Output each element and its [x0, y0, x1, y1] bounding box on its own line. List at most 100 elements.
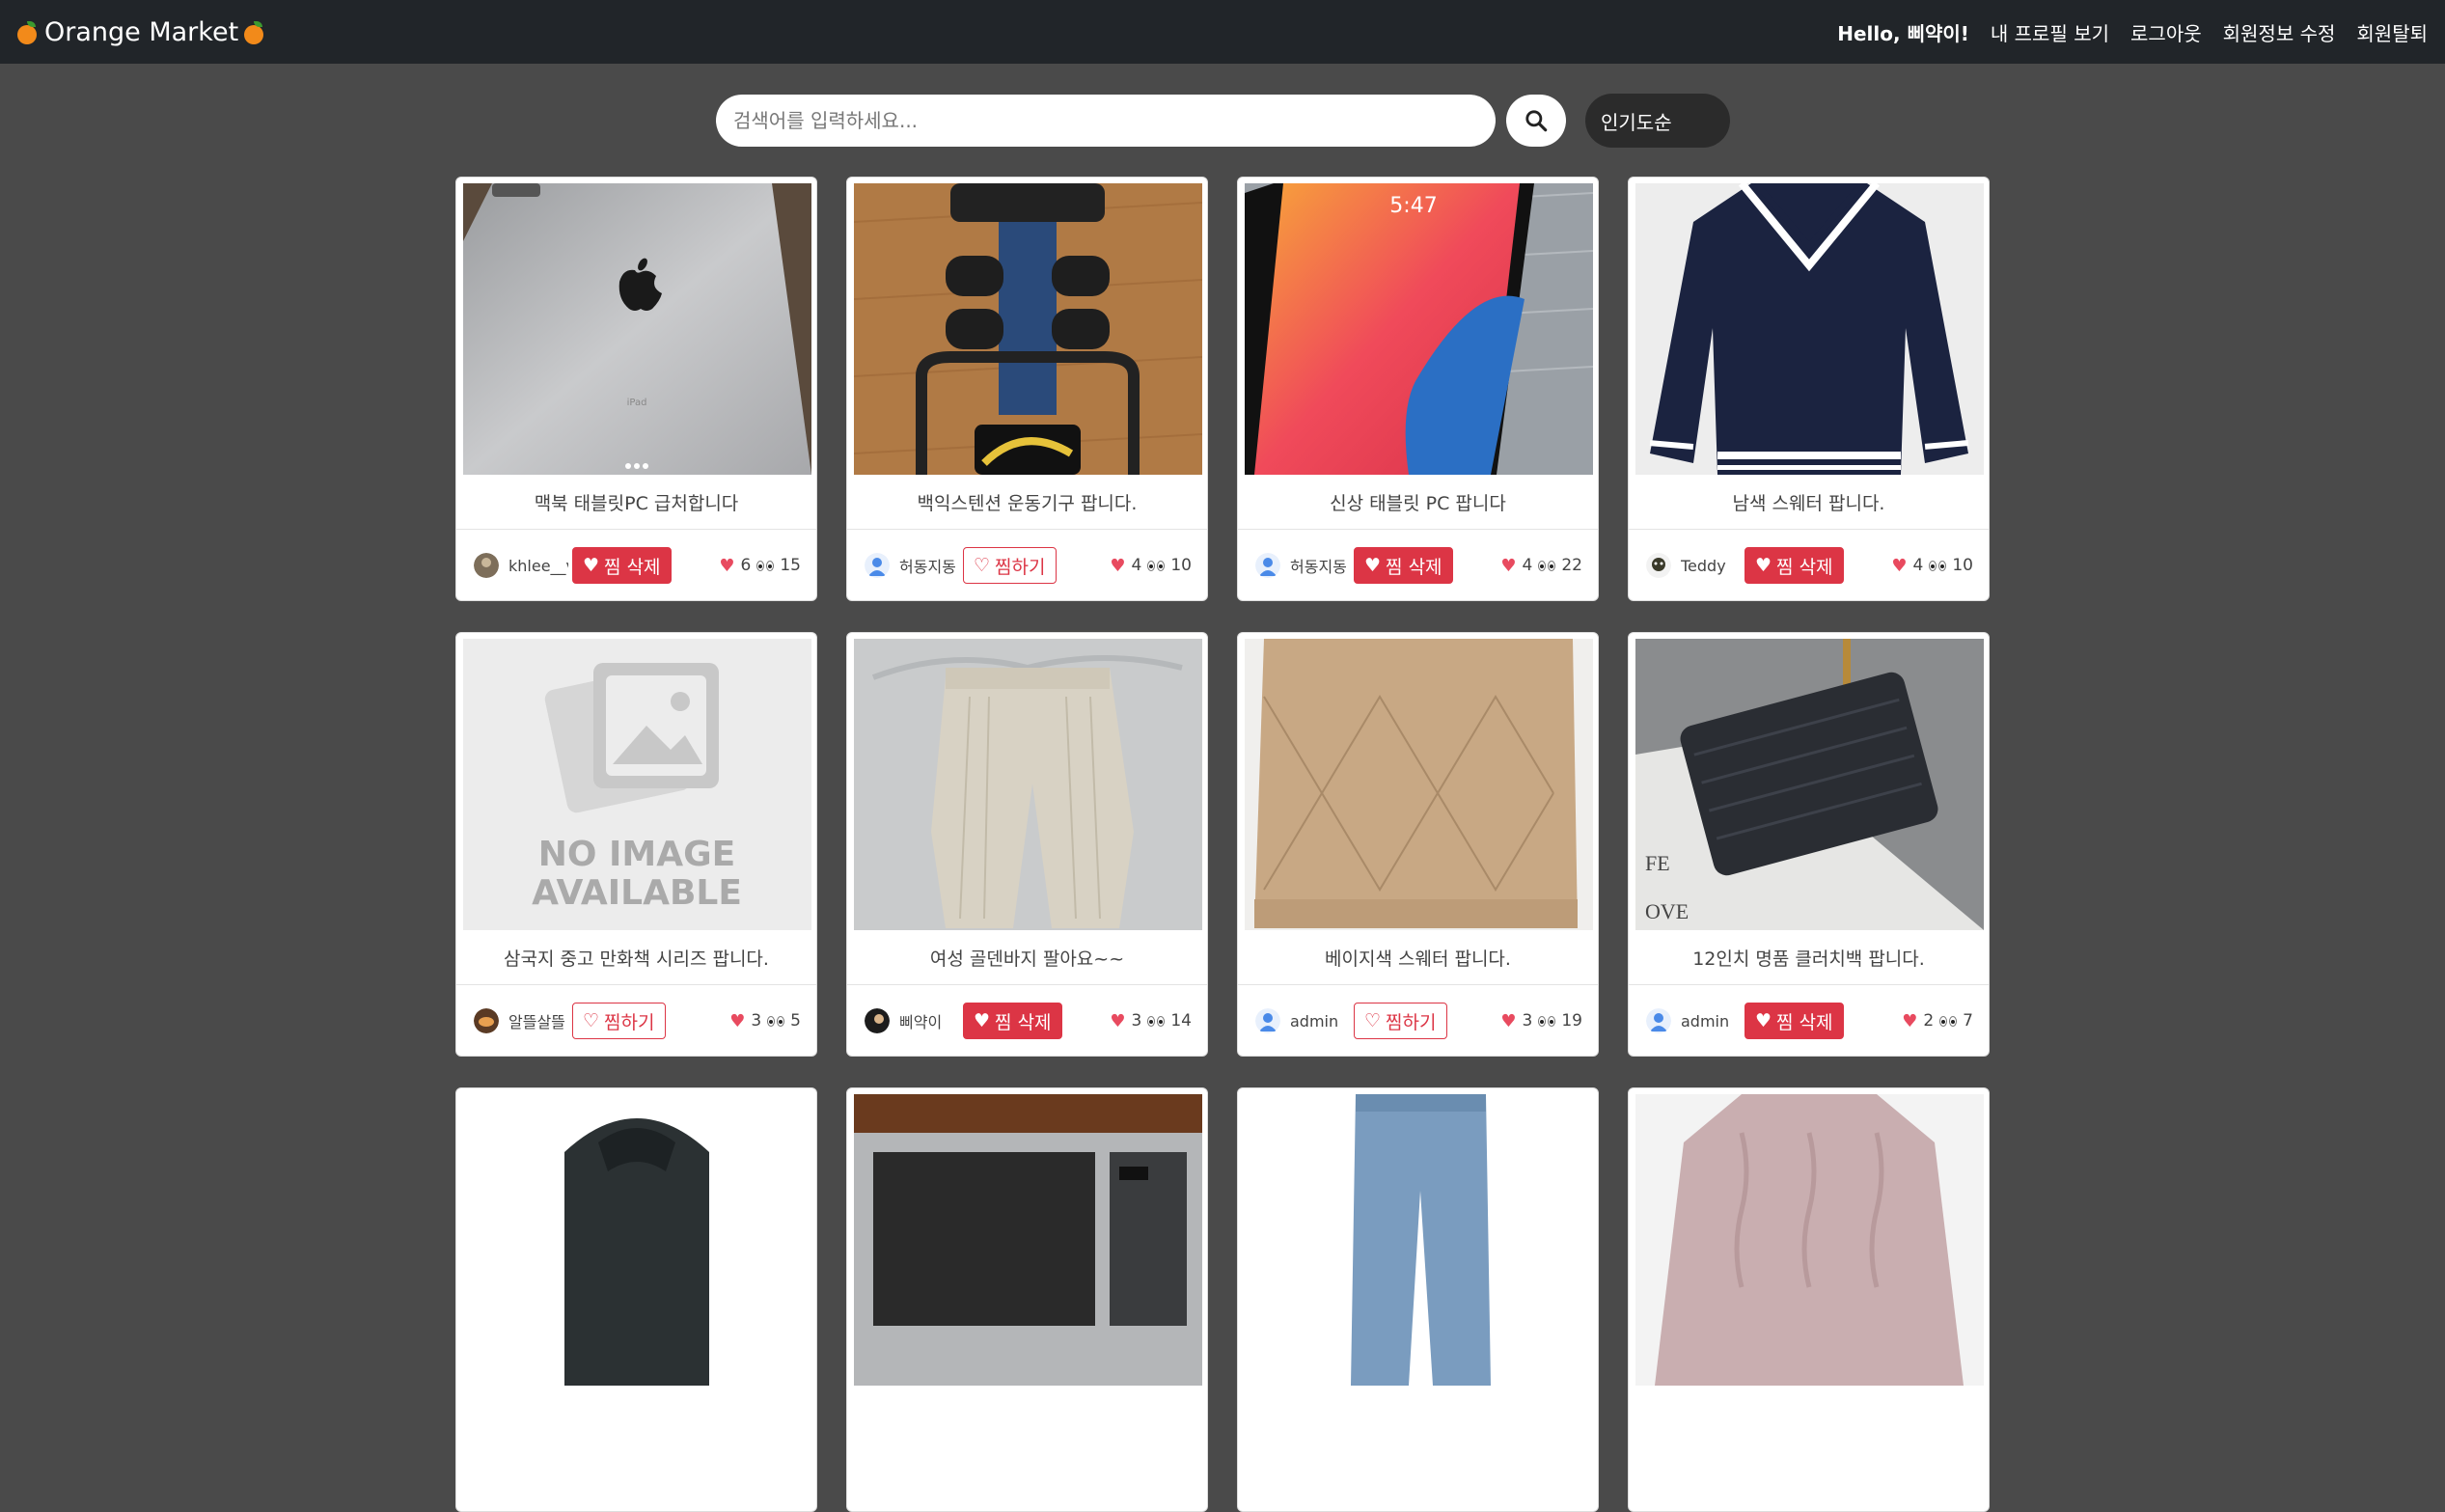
top-navbar: Orange Market Hello, 삐약이! 내 프로필 보기 로그아웃 …: [0, 0, 2445, 64]
product-stats: ♥ 4 22: [1500, 556, 1582, 576]
product-card[interactable]: 백익스텐션 운동기구 팝니다. 허동지동 ♡ 찜하기 ♥ 4 10: [846, 177, 1208, 601]
heart-outline-icon: ♡: [1364, 1010, 1382, 1031]
heart-icon: ♥: [974, 1010, 991, 1031]
heart-outline-icon: ♡: [974, 555, 991, 576]
product-image[interactable]: [854, 639, 1202, 930]
product-card[interactable]: 여성 골덴바지 팔아요~~ 삐약이 ♥ 찜 삭제 ♥ 3 14: [846, 632, 1208, 1057]
product-card[interactable]: [1628, 1087, 1990, 1512]
wishlist-add-button[interactable]: ♡ 찜하기: [1354, 1003, 1447, 1039]
view-count: 15: [780, 556, 801, 575]
seller-name: 알뜰살뜰: [508, 1013, 565, 1031]
heart-icon: ♥: [1902, 1010, 1918, 1031]
view-count: 14: [1170, 1011, 1192, 1031]
wishlist-remove-button[interactable]: ♥ 찜 삭제: [1744, 547, 1844, 584]
nav-link-edit-account[interactable]: 회원정보 수정: [2223, 18, 2336, 46]
product-card[interactable]: [846, 1087, 1208, 1512]
seller-avatar: [474, 1008, 499, 1033]
like-button-label: 찜 삭제: [604, 556, 661, 578]
product-title[interactable]: 베이지색 스웨터 팝니다.: [1238, 930, 1598, 985]
like-count: 3: [751, 1011, 762, 1031]
svg-text:5:47: 5:47: [1389, 194, 1437, 218]
search-button[interactable]: [1506, 95, 1566, 147]
product-stats: ♥ 4 10: [1110, 556, 1192, 576]
product-image[interactable]: [854, 1094, 1202, 1386]
product-card[interactable]: [455, 1087, 817, 1512]
product-stats: ♥ 4 10: [1891, 556, 1973, 576]
eyes-icon: [1147, 1015, 1166, 1027]
product-title[interactable]: 12인치 명품 클러치백 팝니다.: [1629, 930, 1989, 985]
product-image[interactable]: [1635, 1094, 1984, 1386]
like-count: 4: [1912, 556, 1924, 575]
product-title[interactable]: 백익스텐션 운동기구 팝니다.: [847, 475, 1207, 530]
product-card[interactable]: iPad 맥북 태블릿PC 급처합니다 khlee__v ♥ 찜 삭제 ♥ 6 …: [455, 177, 817, 601]
product-title[interactable]: 남색 스웨터 팝니다.: [1629, 475, 1989, 530]
wishlist-remove-button[interactable]: ♥ 찜 삭제: [572, 547, 672, 584]
seller-avatar: [1646, 553, 1671, 578]
product-image-placeholder[interactable]: NO IMAGE AVAILABLE: [463, 639, 811, 930]
seller-avatar: [865, 1008, 890, 1033]
like-count: 4: [1522, 556, 1533, 575]
wishlist-add-button[interactable]: ♡ 찜하기: [572, 1003, 666, 1039]
no-image-text: AVAILABLE: [532, 873, 742, 913]
product-image[interactable]: [1245, 639, 1593, 930]
orange-icon: [17, 21, 39, 44]
product-footer: Teddy ♥ 찜 삭제 ♥ 4 10: [1629, 530, 1989, 600]
product-title[interactable]: 여성 골덴바지 팔아요~~: [847, 930, 1207, 985]
like-button-label: 찜하기: [1386, 1011, 1437, 1033]
seller-name: 허동지동: [1290, 558, 1347, 576]
heart-icon: ♥: [1755, 1010, 1772, 1031]
view-count: 19: [1561, 1011, 1582, 1031]
wishlist-remove-button[interactable]: ♥ 찜 삭제: [1354, 547, 1453, 584]
product-title[interactable]: 맥북 태블릿PC 급처합니다: [456, 475, 816, 530]
product-image[interactable]: [854, 183, 1202, 475]
product-card[interactable]: NO IMAGE AVAILABLE 삼국지 중고 만화책 시리즈 팝니다. 알…: [455, 632, 817, 1057]
product-footer: 알뜰살뜰 ♡ 찜하기 ♥ 3 5: [456, 985, 816, 1056]
seller-name: admin: [1681, 1011, 1730, 1031]
like-count: 4: [1131, 556, 1142, 575]
eyes-icon: [1538, 1015, 1556, 1027]
product-title[interactable]: 신상 태블릿 PC 팝니다: [1238, 475, 1598, 530]
product-image[interactable]: [463, 1094, 811, 1386]
nav-link-my-profile[interactable]: 내 프로필 보기: [1991, 18, 2109, 46]
sort-select[interactable]: 인기도순: [1585, 94, 1730, 148]
nav-link-withdraw[interactable]: 회원탈퇴: [2356, 18, 2428, 46]
product-footer: 삐약이 ♥ 찜 삭제 ♥ 3 14: [847, 985, 1207, 1056]
svg-text:iPad: iPad: [627, 398, 647, 408]
brand-logo[interactable]: Orange Market: [17, 17, 265, 47]
product-stats: ♥ 6 15: [719, 556, 801, 576]
product-card[interactable]: FE OVE 12인치 명품 클러치백 팝니다. admin ♥ 찜 삭제 ♥ …: [1628, 632, 1990, 1057]
wishlist-remove-button[interactable]: ♥ 찜 삭제: [963, 1003, 1062, 1039]
wishlist-remove-button[interactable]: ♥ 찜 삭제: [1744, 1003, 1844, 1039]
wishlist-add-button[interactable]: ♡ 찜하기: [963, 547, 1057, 584]
product-card[interactable]: 남색 스웨터 팝니다. Teddy ♥ 찜 삭제 ♥ 4 10: [1628, 177, 1990, 601]
product-stats: ♥ 2 7: [1902, 1011, 1973, 1031]
product-image[interactable]: 5:47: [1245, 183, 1593, 475]
svg-text:OVE: OVE: [1645, 899, 1689, 923]
product-image[interactable]: iPad: [463, 183, 811, 475]
heart-icon: ♥: [1500, 1010, 1517, 1031]
like-button-label: 찜 삭제: [1776, 556, 1833, 578]
brand-name: Orange Market: [44, 16, 239, 47]
eyes-icon: [1929, 560, 1947, 571]
product-card[interactable]: 베이지색 스웨터 팝니다. admin ♡ 찜하기 ♥ 3 19: [1237, 632, 1599, 1057]
heart-icon: ♥: [1755, 555, 1772, 576]
product-image[interactable]: FE OVE: [1635, 639, 1984, 930]
search-input[interactable]: [716, 95, 1496, 147]
product-card[interactable]: 5:47 신상 태블릿 PC 팝니다 허동지동 ♥ 찜 삭제 ♥ 4 22: [1237, 177, 1599, 601]
product-stats: ♥ 3 19: [1500, 1011, 1582, 1031]
eyes-icon: [767, 1015, 785, 1027]
view-count: 5: [790, 1011, 801, 1031]
product-image[interactable]: [1635, 183, 1984, 475]
like-button-label: 찜하기: [995, 556, 1046, 578]
product-card[interactable]: [1237, 1087, 1599, 1512]
seller-name: Teddy: [1681, 556, 1726, 575]
nav-link-logout[interactable]: 로그아웃: [2130, 18, 2202, 46]
nav-menu: Hello, 삐약이! 내 프로필 보기 로그아웃 회원정보 수정 회원탈퇴: [1837, 18, 2428, 46]
heart-icon: ♥: [1891, 555, 1908, 576]
product-title[interactable]: 삼국지 중고 만화책 시리즈 팝니다.: [456, 930, 816, 985]
like-count: 6: [740, 556, 752, 575]
product-image[interactable]: [1245, 1094, 1593, 1386]
search-icon: [1525, 110, 1548, 132]
heart-icon: ♥: [1500, 555, 1517, 576]
eyes-icon: [1538, 560, 1556, 571]
